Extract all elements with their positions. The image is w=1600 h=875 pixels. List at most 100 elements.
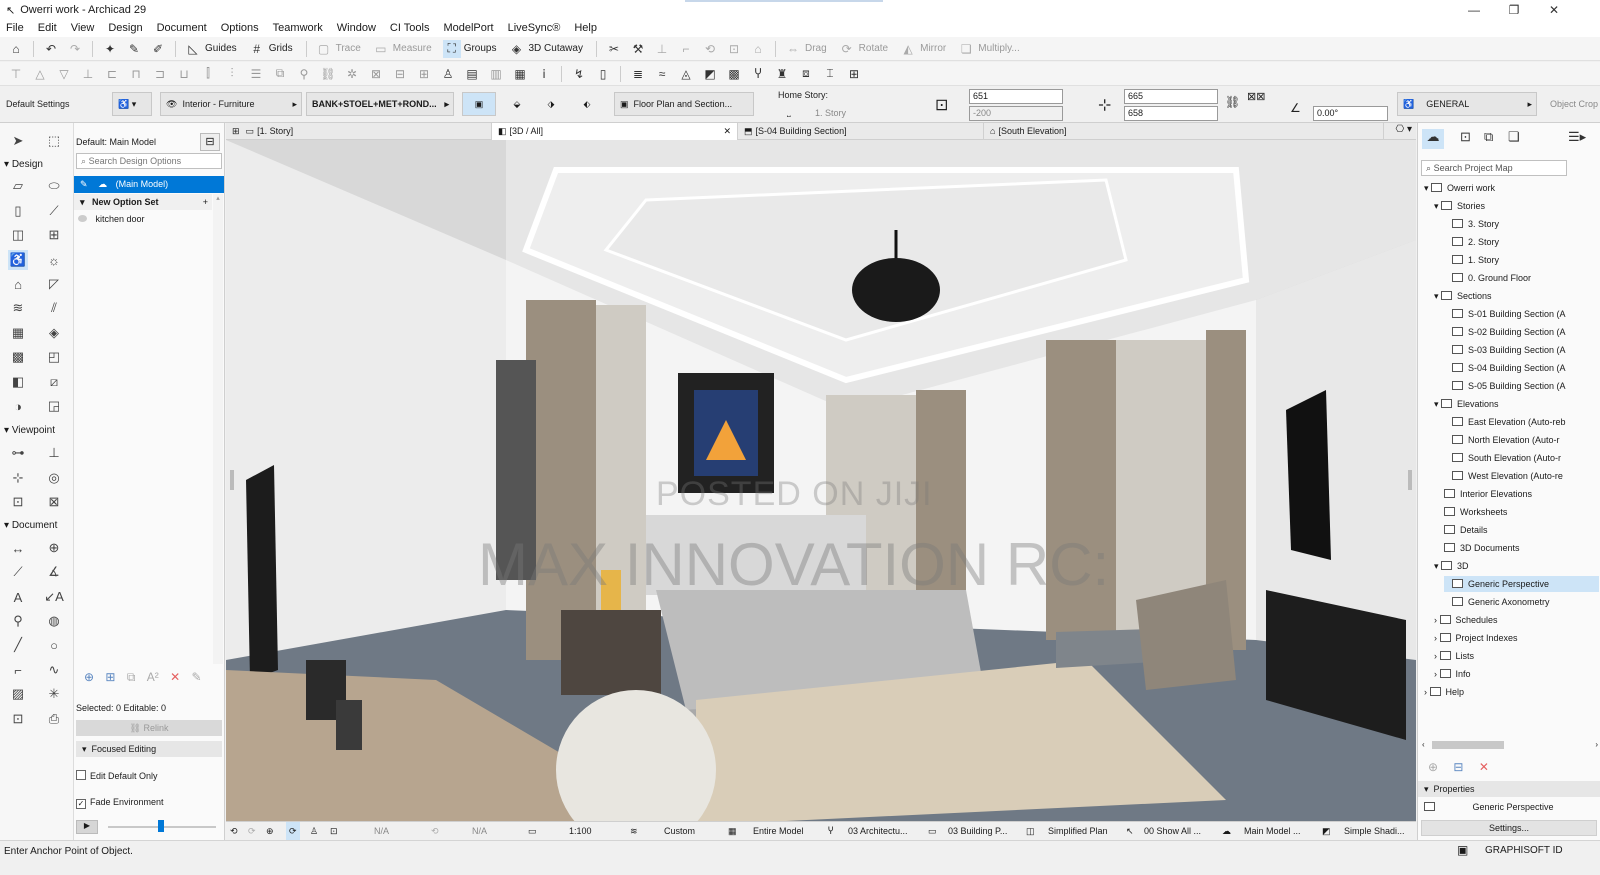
delete-view-icon[interactable]: ✕: [1479, 760, 1489, 774]
pm-project-root[interactable]: ▾ Owerri work: [1424, 180, 1495, 196]
figure-tool-icon[interactable]: ⊡: [8, 709, 28, 729]
circle-tool-icon[interactable]: ○: [44, 635, 64, 655]
fit-icon[interactable]: ⊡: [330, 822, 338, 841]
morph-tool-icon[interactable]: ◈: [44, 323, 64, 343]
stair-icon[interactable]: ≣: [629, 65, 647, 83]
scale-value[interactable]: 1:100: [569, 822, 592, 841]
redo-icon[interactable]: ↷: [66, 40, 84, 58]
home-icon[interactable]: ⌂: [7, 40, 25, 58]
menu-livesync[interactable]: LiveSync®: [508, 22, 561, 34]
mesh-tool-icon[interactable]: ▩: [8, 347, 28, 367]
align-right-icon[interactable]: ⊐: [151, 65, 169, 83]
pm-horizontal-scrollbar[interactable]: ‹ ›: [1422, 740, 1598, 750]
beam-tool-icon[interactable]: ⟋: [44, 201, 64, 221]
scroll-right-icon[interactable]: ›: [1595, 740, 1598, 749]
elevation-tool-icon[interactable]: ⊥: [44, 443, 64, 463]
model-icon[interactable]: ▦: [728, 822, 737, 841]
worksheet-tool-icon[interactable]: ◎: [44, 468, 64, 488]
pm-section-s05[interactable]: S-05 Building Section (A: [1452, 378, 1566, 394]
pm-elevations[interactable]: ▾ Elevations: [1434, 396, 1499, 412]
elevation-field[interactable]: 651: [969, 89, 1063, 104]
view-options-icon[interactable]: ⎔ ▾: [1395, 124, 1412, 135]
pm-section-s04[interactable]: S-04 Building Section (A: [1452, 360, 1566, 376]
pm-worksheets[interactable]: Worksheets: [1444, 504, 1507, 520]
zoom-icon[interactable]: ⊕: [266, 822, 274, 841]
drag-button[interactable]: Drag: [805, 43, 827, 54]
view-map-icon[interactable]: ⊡: [1460, 129, 1471, 145]
stair-tool-icon[interactable]: ≋: [8, 298, 28, 318]
pm-help[interactable]: › Help: [1424, 684, 1464, 700]
fade-toggle-button[interactable]: ▶: [76, 820, 98, 834]
menu-icon[interactable]: ☰▸: [1568, 129, 1586, 145]
focused-editing-header[interactable]: ▾ Focused Editing: [76, 741, 222, 757]
tab-1-story[interactable]: ⊞ ▭ [1. Story]: [226, 123, 492, 140]
column-tool-icon[interactable]: ▯: [8, 201, 28, 221]
menu-options[interactable]: Options: [221, 22, 259, 34]
section-tool-icon[interactable]: ⊶: [8, 443, 28, 463]
column-icon[interactable]: ♜: [773, 65, 791, 83]
view-cube3-button[interactable]: ⬖: [572, 92, 602, 116]
distribute-v-icon[interactable]: ⫶: [223, 65, 241, 83]
layer-selector[interactable]: 👁 Interior - Furniture ▸: [160, 92, 302, 116]
grids-button[interactable]: Grids: [269, 43, 293, 54]
mirror-toggle-icon[interactable]: ⊠⊠: [1247, 90, 1265, 103]
trace-icon[interactable]: ▢: [315, 40, 333, 58]
align-up-icon[interactable]: △: [31, 65, 49, 83]
measure-button[interactable]: Measure: [393, 43, 432, 54]
camera-tool-icon[interactable]: ⊠: [44, 492, 64, 512]
floor-plan-selector[interactable]: ▣ Floor Plan and Section...: [614, 92, 754, 116]
custom-value[interactable]: Custom: [664, 822, 695, 841]
stack-icon[interactable]: ☰: [247, 65, 265, 83]
layer-icon[interactable]: ▤: [463, 65, 481, 83]
pen-icon[interactable]: Ⴤ: [828, 822, 833, 841]
home-story-value[interactable]: 1. Story: [815, 108, 846, 118]
railing-icon[interactable]: ≈: [653, 65, 671, 83]
marker-tool-icon[interactable]: ⚲: [8, 611, 28, 631]
plan-icon[interactable]: ◫: [1026, 822, 1035, 841]
dimension-tool-icon[interactable]: ↔: [8, 538, 28, 558]
scale-icon[interactable]: ▭: [528, 822, 537, 841]
tab-s04-section[interactable]: ⬒ [S-04 Building Section]: [738, 123, 984, 140]
fill-tool-icon[interactable]: ◍: [44, 611, 64, 631]
shell-tool-icon[interactable]: ◸: [44, 274, 64, 294]
menu-teamwork[interactable]: Teamwork: [273, 22, 323, 34]
menu-help[interactable]: Help: [574, 22, 597, 34]
tab-south-elevation[interactable]: ⌂ [South Elevation]: [984, 123, 1384, 140]
add-option-icon[interactable]: +: [203, 194, 208, 210]
text-tool-icon[interactable]: A: [8, 587, 28, 607]
menu-document[interactable]: Document: [157, 22, 207, 34]
profile-icon[interactable]: ⌶: [821, 65, 839, 83]
anchor-icon-button[interactable]: ▣: [462, 92, 496, 116]
roof-tool-icon[interactable]: ⌂: [8, 274, 28, 294]
publisher-icon[interactable]: ❏: [1508, 129, 1520, 145]
distribute-icon[interactable]: ⊔: [175, 65, 193, 83]
multiply-button[interactable]: Multiply...: [978, 43, 1020, 54]
menu-view[interactable]: View: [71, 22, 95, 34]
pm-story-3[interactable]: 3. Story: [1452, 216, 1499, 232]
renovation-icon[interactable]: ↯: [570, 65, 588, 83]
settings-view-icon[interactable]: ⊟: [1453, 760, 1463, 774]
override-icon[interactable]: ↖: [1126, 822, 1134, 841]
rename-icon[interactable]: A²: [147, 670, 159, 684]
edit-default-only-checkbox[interactable]: Edit Default Only: [76, 770, 158, 781]
solid-icon[interactable]: ◩: [701, 65, 719, 83]
pm-east-elevation[interactable]: East Elevation (Auto-reb: [1452, 414, 1566, 430]
entire-model-value[interactable]: Entire Model: [753, 822, 804, 841]
graphisoft-id-icon[interactable]: ▣: [1457, 843, 1468, 857]
spline-tool-icon[interactable]: ∿: [44, 660, 64, 680]
align-top-icon[interactable]: ⊤: [7, 65, 25, 83]
edit-icon[interactable]: ✎: [191, 670, 201, 684]
pm-section-s03[interactable]: S-03 Building Section (A: [1452, 342, 1566, 358]
checkbox-checked[interactable]: ✓: [76, 799, 86, 809]
window-tool-icon[interactable]: ⊞: [44, 225, 64, 245]
hatch-tool-icon[interactable]: ▨: [8, 684, 28, 704]
align-bottom-icon[interactable]: ⊥: [79, 65, 97, 83]
align-down-icon[interactable]: ▽: [55, 65, 73, 83]
shading-icon[interactable]: ◩: [1322, 822, 1331, 841]
main-model-row[interactable]: ✎ ☁ (Main Model): [74, 176, 224, 193]
pm-info[interactable]: › Info: [1434, 666, 1471, 682]
pm-details[interactable]: Details: [1444, 522, 1488, 538]
new-view-icon[interactable]: ⊕: [1428, 760, 1438, 774]
intersect-icon[interactable]: ⊞: [415, 65, 433, 83]
arrow-tool-icon[interactable]: ➤: [8, 131, 28, 151]
